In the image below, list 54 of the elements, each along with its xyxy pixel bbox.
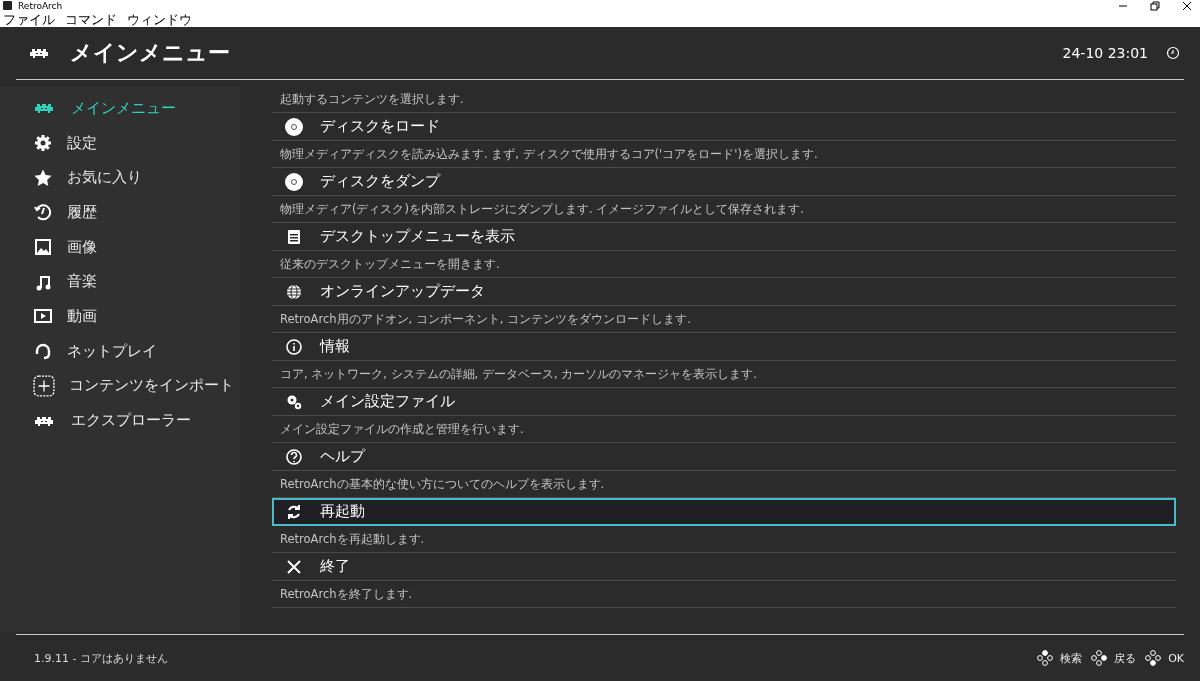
gamepad-buttons-icon (1144, 649, 1163, 667)
plus-icon (33, 374, 55, 397)
item-description: メイン設定ファイルの作成と管理を行います. (272, 416, 1176, 443)
footer-action-button[interactable]: 検索 (1036, 649, 1083, 667)
item-description: コア, ネットワーク, システムの詳細, データベース, カーソルのマネージャを表示します. (272, 361, 1176, 388)
window-title: RetroArch (18, 0, 63, 11)
sidebar-item[interactable]: お気に入り (0, 160, 240, 196)
menu-entry[interactable]: 情報 (272, 333, 1176, 361)
menu-entry[interactable]: ディスクをダンプ (272, 168, 1176, 196)
sidebar-item[interactable]: 音楽 (0, 264, 240, 300)
sidebar-item[interactable]: コンテンツをインポート (0, 368, 240, 404)
item-description: 物理メディアディスクを読み込みます. まず, ディスクで使用するコア('コアをロード')を選択します. (272, 141, 1176, 168)
item-description: 物理メディア(ディスク)を内部ストレージにダンプします. イメージファイルとして保存されます. (272, 196, 1176, 223)
status-text: 1.9.11 - コアはありません (34, 650, 168, 666)
menu-item[interactable]: ウィンドウ (127, 11, 192, 27)
item-description: RetroArch用のアドオン, コンポーネント, コンテンツをダウンロードします. (272, 306, 1176, 333)
menu-entry[interactable]: 再起動 (272, 498, 1176, 526)
clock-icon (1166, 46, 1180, 60)
disc-icon (284, 116, 304, 137)
restore-icon (1150, 0, 1160, 11)
footer-action-button[interactable]: 戻る (1090, 649, 1137, 667)
sidebar-item[interactable]: 動画 (0, 299, 240, 334)
app-icon (3, 1, 12, 10)
headset-icon (33, 341, 53, 362)
menu-entry[interactable]: ヘルプ (272, 443, 1176, 471)
gear-icon (33, 133, 53, 154)
item-description: 従来のデスクトップメニューを開きます. (272, 251, 1176, 278)
info-icon (284, 336, 304, 357)
footer-action-button[interactable]: OK (1144, 649, 1184, 667)
menu-entry[interactable]: 終了 (272, 553, 1176, 581)
sidebar-item[interactable]: 履歴 (0, 195, 240, 230)
help-icon (284, 446, 304, 467)
item-description: 起動するコンテンツを選択します. (272, 86, 1176, 113)
menu-entry[interactable]: オンラインアップデータ (272, 278, 1176, 306)
disc-icon (284, 171, 304, 192)
item-description: RetroArchを再起動します. (272, 526, 1176, 553)
item-description: RetroArchを終了します. (272, 581, 1176, 608)
menu-entry[interactable]: ディスクをロード (272, 113, 1176, 141)
menu-entry[interactable]: メイン設定ファイル (272, 388, 1176, 416)
history-icon (33, 202, 53, 223)
menu-item[interactable]: ファイル (3, 11, 55, 27)
menu-item[interactable]: コマンド (65, 11, 117, 27)
page-title: メインメニュー (70, 39, 230, 67)
sidebar-item[interactable]: 画像 (0, 229, 240, 265)
sidebar-item[interactable]: 設定 (0, 125, 240, 161)
sidebar-item[interactable]: ネットプレイ (0, 333, 240, 369)
image-icon (33, 237, 53, 258)
gamepad-buttons-icon (1090, 649, 1109, 667)
clock: 24-10 23:01 (1062, 45, 1148, 61)
gamepad-buttons-icon (1036, 649, 1055, 667)
menu-entry[interactable]: デスクトップメニューを表示 (272, 223, 1176, 251)
close-icon (1182, 0, 1192, 11)
sidebar-item[interactable]: エクスプローラー (0, 403, 240, 438)
sidebar-item[interactable]: メインメニュー (0, 91, 240, 126)
